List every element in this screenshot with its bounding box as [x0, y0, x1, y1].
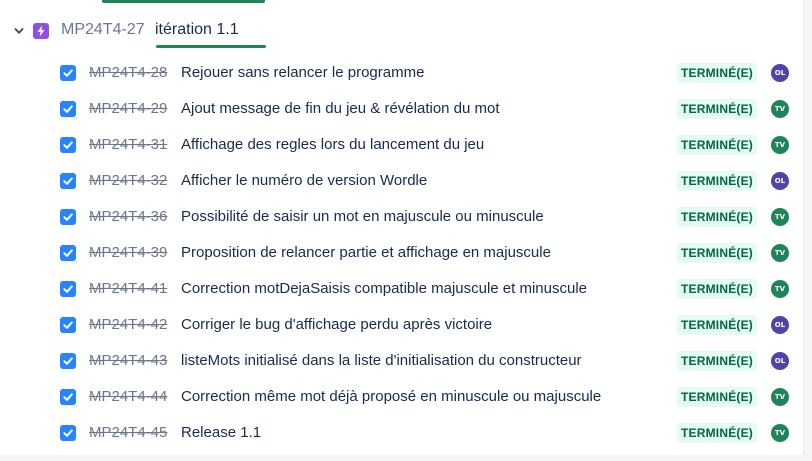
issue-summary[interactable]: Release 1.1 [181, 424, 261, 441]
check-icon [63, 285, 73, 293]
panel-bottom-edge [0, 455, 812, 461]
status-badge[interactable]: TERMINÉ(E) [677, 171, 757, 191]
issue-key-link[interactable]: MP24T4-36 [89, 208, 167, 225]
status-badge[interactable]: TERMINÉ(E) [677, 351, 757, 371]
issue-done-checkbox[interactable] [60, 65, 76, 81]
issue-row[interactable]: MP24T4-31 Affichage des regles lors du la… [0, 127, 804, 163]
status-badge[interactable]: TERMINÉ(E) [677, 279, 757, 299]
assignee-avatar[interactable]: OL [771, 316, 789, 334]
assignee-avatar[interactable]: OL [771, 64, 789, 82]
issue-key-link[interactable]: MP24T4-32 [89, 172, 167, 189]
assignee-avatar[interactable]: TV [771, 100, 789, 118]
issue-summary[interactable]: Rejouer sans relancer le programme [181, 64, 424, 81]
check-icon [63, 357, 73, 365]
epic-progress-bar [156, 45, 266, 48]
issue-done-checkbox[interactable] [60, 317, 76, 333]
issue-row[interactable]: MP24T4-28 Rejouer sans relancer le progra… [0, 55, 804, 91]
issue-key-link[interactable]: MP24T4-41 [89, 280, 167, 297]
issue-summary[interactable]: Possibilité de saisir un mot en majuscul… [181, 208, 544, 225]
issue-summary[interactable]: listeMots initialisé dans la liste d'ini… [181, 352, 582, 369]
check-icon [63, 105, 73, 113]
issue-key-link[interactable]: MP24T4-31 [89, 136, 167, 153]
status-badge[interactable]: TERMINÉ(E) [677, 387, 757, 407]
issue-row[interactable]: MP24T4-41 Correction motDejaSaisis compat… [0, 271, 804, 307]
assignee-avatar[interactable]: TV [771, 424, 789, 442]
issue-summary[interactable]: Affichage des regles lors du lancement d… [181, 136, 484, 153]
issue-row[interactable]: MP24T4-32 Afficher le numéro de version W… [0, 163, 804, 199]
assignee-avatar[interactable]: TV [771, 136, 789, 154]
check-icon [63, 249, 73, 257]
issue-row[interactable]: MP24T4-44 Correction même mot déjà propos… [0, 379, 804, 415]
issue-key-link[interactable]: MP24T4-45 [89, 424, 167, 441]
issue-summary[interactable]: Afficher le numéro de version Wordle [181, 172, 427, 189]
issue-key-link[interactable]: MP24T4-29 [89, 100, 167, 117]
issue-summary[interactable]: Corriger le bug d'affichage perdu après … [181, 316, 492, 333]
issue-done-checkbox[interactable] [60, 353, 76, 369]
check-icon [63, 141, 73, 149]
assignee-avatar[interactable]: TV [771, 244, 789, 262]
issue-key-link[interactable]: MP24T4-28 [89, 64, 167, 81]
epic-lightning-icon [33, 23, 49, 39]
issue-done-checkbox[interactable] [60, 209, 76, 225]
issue-summary[interactable]: Correction même mot déjà proposé en minu… [181, 388, 601, 405]
issue-summary[interactable]: Proposition de relancer partie et affich… [181, 244, 551, 261]
issue-row[interactable]: MP24T4-29 Ajout message de fin du jeu & r… [0, 91, 804, 127]
issue-done-checkbox[interactable] [60, 137, 76, 153]
issue-summary[interactable]: Ajout message de fin du jeu & révélation… [181, 100, 500, 117]
issue-done-checkbox[interactable] [60, 281, 76, 297]
assignee-avatar[interactable]: TV [771, 388, 789, 406]
scrollbar-track[interactable] [803, 0, 812, 461]
issue-done-checkbox[interactable] [60, 173, 76, 189]
issue-key-link[interactable]: MP24T4-43 [89, 352, 167, 369]
status-badge[interactable]: TERMINÉ(E) [677, 315, 757, 335]
assignee-avatar[interactable]: OL [771, 352, 789, 370]
issue-key-link[interactable]: MP24T4-39 [89, 244, 167, 261]
issue-row[interactable]: MP24T4-39 Proposition de relancer partie … [0, 235, 804, 271]
child-issue-list: MP24T4-28 Rejouer sans relancer le progra… [0, 55, 804, 451]
issue-summary[interactable]: Correction motDejaSaisis compatible maju… [181, 280, 587, 297]
epic-title: itération 1.1 [155, 21, 239, 38]
issue-done-checkbox[interactable] [60, 425, 76, 441]
previous-epic-progress-bar [102, 0, 265, 3]
assignee-avatar[interactable]: TV [771, 208, 789, 226]
chevron-down-icon[interactable] [12, 24, 26, 38]
check-icon [63, 429, 73, 437]
issue-done-checkbox[interactable] [60, 101, 76, 117]
check-icon [63, 177, 73, 185]
issue-key-link[interactable]: MP24T4-44 [89, 388, 167, 405]
status-badge[interactable]: TERMINÉ(E) [677, 135, 757, 155]
check-icon [63, 321, 73, 329]
issue-key-link[interactable]: MP24T4-42 [89, 316, 167, 333]
issue-row[interactable]: MP24T4-43 listeMots initialisé dans la li… [0, 343, 804, 379]
issue-row[interactable]: MP24T4-42 Corriger le bug d'affichage per… [0, 307, 804, 343]
status-badge[interactable]: TERMINÉ(E) [677, 423, 757, 443]
check-icon [63, 213, 73, 221]
status-badge[interactable]: TERMINÉ(E) [677, 207, 757, 227]
status-badge[interactable]: TERMINÉ(E) [677, 63, 757, 83]
check-icon [63, 69, 73, 77]
issue-row[interactable]: MP24T4-36 Possibilité de saisir un mot en… [0, 199, 804, 235]
status-badge[interactable]: TERMINÉ(E) [677, 99, 757, 119]
check-icon [63, 393, 73, 401]
assignee-avatar[interactable]: OL [771, 172, 789, 190]
issue-done-checkbox[interactable] [60, 245, 76, 261]
backlog-panel: MP24T4-27 itération 1.1 MP24T4-28 Rejouer… [0, 0, 812, 461]
epic-header[interactable]: MP24T4-27 itération 1.1 [0, 14, 804, 48]
epic-key-link[interactable]: MP24T4-27 [61, 21, 145, 39]
issue-row[interactable]: MP24T4-45 Release 1.1 TERMINÉ(E) TV [0, 415, 804, 451]
assignee-avatar[interactable]: TV [771, 280, 789, 298]
issue-done-checkbox[interactable] [60, 389, 76, 405]
status-badge[interactable]: TERMINÉ(E) [677, 243, 757, 263]
